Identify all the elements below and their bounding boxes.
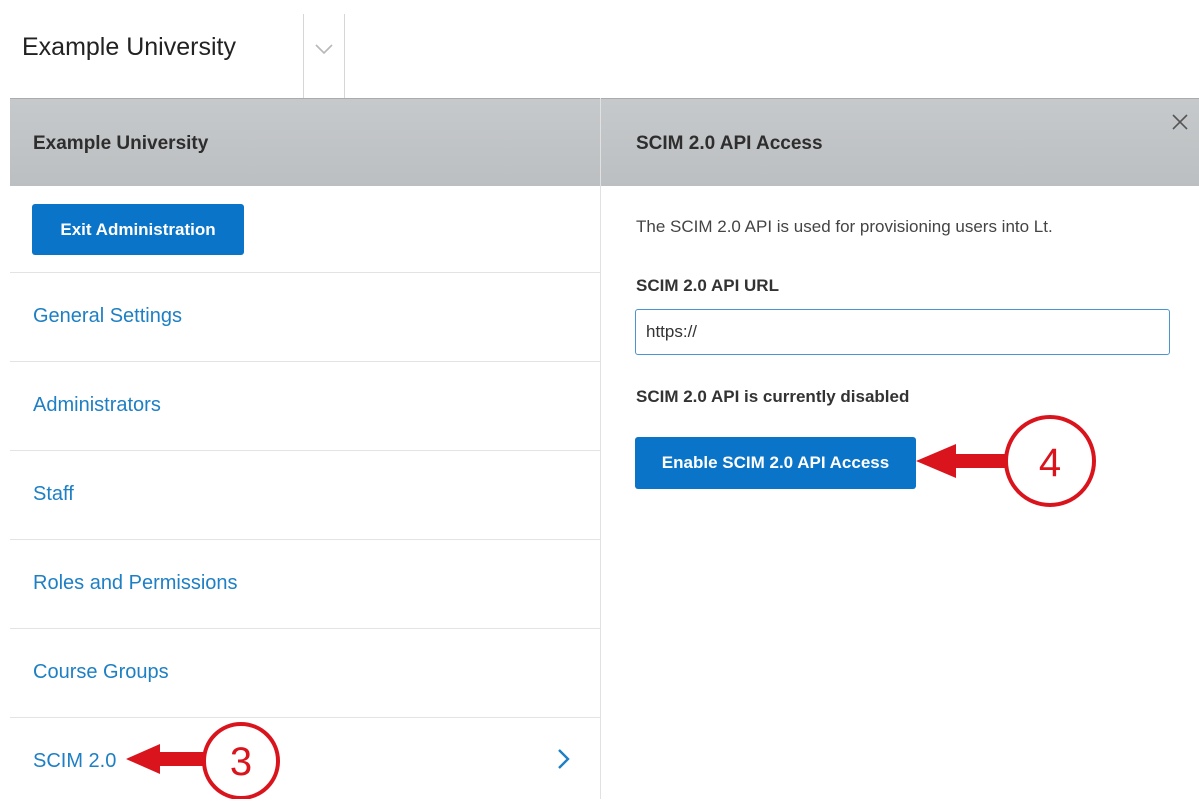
exit-administration-button[interactable]: Exit Administration bbox=[32, 204, 244, 255]
nav-item-roles-and-permissions[interactable]: Roles and Permissions bbox=[10, 540, 600, 629]
close-icon[interactable] bbox=[1171, 113, 1189, 131]
nav-item-label: Roles and Permissions bbox=[33, 572, 238, 594]
nav-item-staff[interactable]: Staff bbox=[10, 451, 600, 540]
admin-navigation-panel: Example University Exit Administration G… bbox=[10, 98, 601, 799]
nav-item-scim[interactable]: SCIM 2.0 bbox=[10, 718, 600, 806]
nav-item-label: General Settings bbox=[33, 305, 182, 327]
left-panel-title: Example University bbox=[33, 133, 209, 154]
organization-title: Example University bbox=[22, 33, 236, 61]
nav-item-general-settings[interactable]: General Settings bbox=[10, 273, 600, 362]
enable-scim-button[interactable]: Enable SCIM 2.0 API Access bbox=[635, 437, 916, 489]
nav-item-label: Staff bbox=[33, 483, 74, 505]
chevron-right-icon bbox=[558, 749, 570, 769]
organization-dropdown[interactable] bbox=[303, 14, 345, 98]
nav-item-course-groups[interactable]: Course Groups bbox=[10, 629, 600, 718]
scim-detail-panel: SCIM 2.0 API Access The SCIM 2.0 API is … bbox=[601, 98, 1199, 799]
right-panel-title: SCIM 2.0 API Access bbox=[636, 133, 823, 154]
left-panel-header: Example University bbox=[10, 98, 600, 186]
exit-row: Exit Administration bbox=[10, 186, 600, 273]
right-panel-header: SCIM 2.0 API Access bbox=[601, 98, 1199, 186]
scim-url-field[interactable] bbox=[635, 309, 1170, 355]
scim-url-label: SCIM 2.0 API URL bbox=[636, 276, 779, 295]
chevron-down-icon bbox=[315, 44, 333, 55]
scim-status-text: SCIM 2.0 API is currently disabled bbox=[636, 387, 910, 406]
nav-item-administrators[interactable]: Administrators bbox=[10, 362, 600, 451]
nav-item-label: SCIM 2.0 bbox=[33, 750, 117, 772]
top-bar: Example University bbox=[0, 0, 1199, 98]
scim-description: The SCIM 2.0 API is used for provisionin… bbox=[636, 217, 1053, 236]
nav-item-label: Administrators bbox=[33, 394, 161, 416]
nav-item-label: Course Groups bbox=[33, 661, 169, 683]
